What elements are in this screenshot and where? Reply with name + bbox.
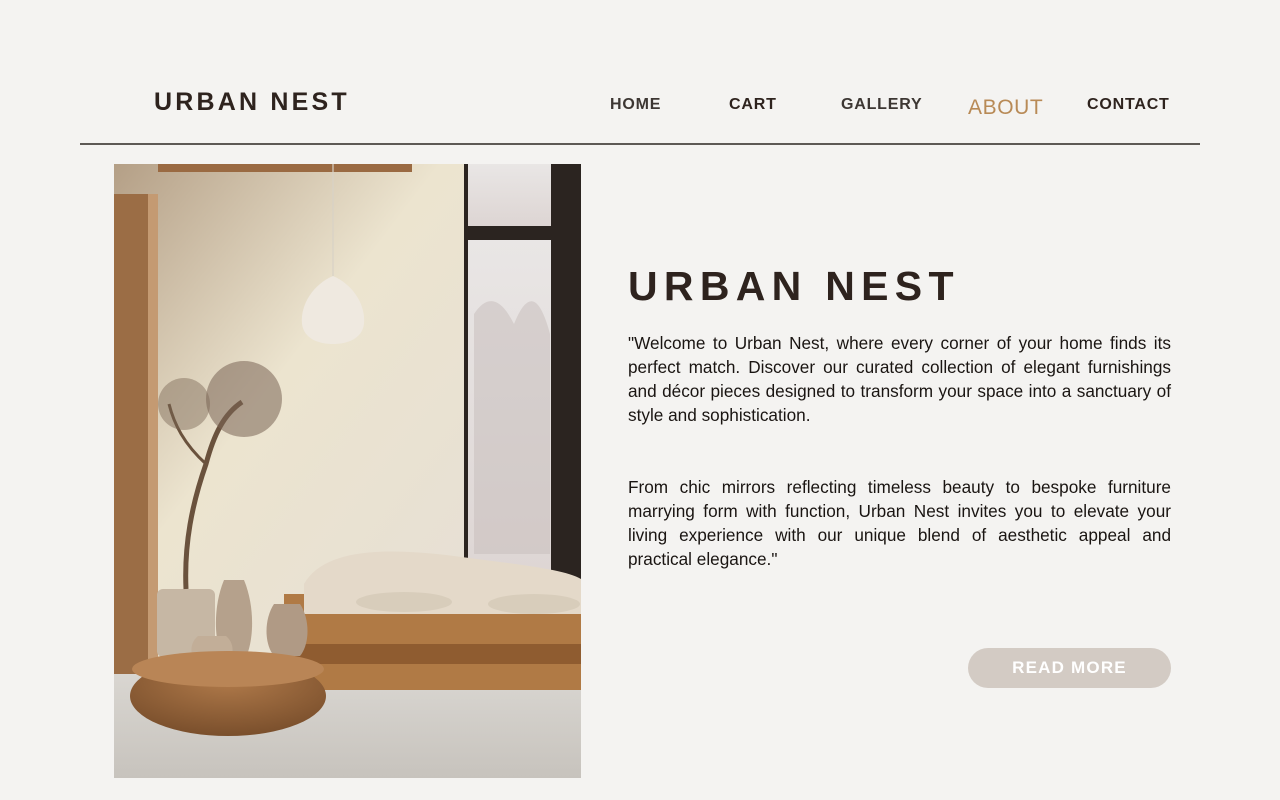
read-more-button[interactable]: READ MORE	[968, 648, 1171, 688]
nav-about[interactable]: ABOUT	[968, 96, 1043, 120]
nav-gallery[interactable]: GALLERY	[841, 96, 922, 114]
hero-title: URBAN NEST	[628, 263, 960, 309]
nav-home[interactable]: HOME	[610, 96, 661, 114]
nav-cart[interactable]: CART	[729, 96, 777, 114]
hero-paragraph-intro: "Welcome to Urban Nest, where every corn…	[628, 333, 1171, 425]
hero-paragraph-detail: From chic mirrors reflecting timeless be…	[628, 477, 1171, 569]
nav-contact[interactable]: CONTACT	[1087, 96, 1170, 114]
header-divider	[80, 143, 1200, 145]
hero-image	[114, 164, 581, 778]
site-logo[interactable]: URBAN NEST	[154, 88, 350, 117]
